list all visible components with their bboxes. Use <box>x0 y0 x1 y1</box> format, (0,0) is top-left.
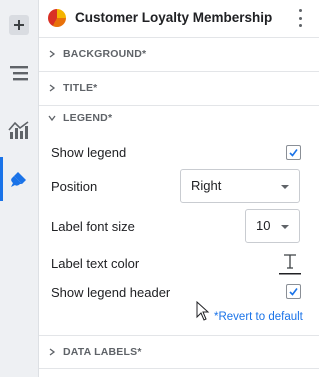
add-button[interactable] <box>0 3 38 47</box>
label-text-color-label: Label text color <box>51 256 140 271</box>
chevron-down-icon <box>48 115 56 122</box>
chevron-right-icon <box>49 348 56 356</box>
show-legend-header-label: Show legend header <box>51 285 171 300</box>
check-icon <box>289 149 298 157</box>
text-color-icon <box>279 254 301 275</box>
check-icon <box>289 288 298 296</box>
section-legend[interactable]: LEGEND* <box>39 102 319 135</box>
section-background[interactable]: BACKGROUND* <box>39 38 319 72</box>
position-value: Right <box>191 178 222 193</box>
position-label: Position <box>51 179 98 194</box>
kebab-menu-icon[interactable] <box>297 9 303 27</box>
section-label: TITLE* <box>63 82 98 94</box>
format-panel: Customer Loyalty Membership BACKGROUND* … <box>39 0 319 377</box>
label-font-size-select[interactable]: 10 <box>245 209 300 243</box>
font-size-value: 10 <box>256 218 271 233</box>
label-font-size-label: Label font size <box>51 219 135 234</box>
chart-panel-button[interactable] <box>0 108 38 152</box>
chart-icon <box>8 121 29 139</box>
position-select[interactable]: Right <box>180 169 300 203</box>
panel-header: Customer Loyalty Membership <box>39 0 319 38</box>
panel-title: Customer Loyalty Membership <box>75 10 273 25</box>
plus-icon <box>9 15 29 35</box>
chevron-right-icon <box>49 50 56 58</box>
show-legend-header-checkbox[interactable] <box>286 284 301 299</box>
chevron-down-icon <box>281 225 289 229</box>
section-label: BACKGROUND* <box>63 48 147 60</box>
chevron-right-icon <box>49 84 56 92</box>
chevron-down-icon <box>281 185 289 189</box>
section-title[interactable]: TITLE* <box>39 72 319 106</box>
format-panel-button[interactable] <box>0 157 38 201</box>
revert-to-default-link[interactable]: *Revert to default <box>214 311 303 323</box>
show-legend-checkbox[interactable] <box>286 145 301 160</box>
section-data-labels[interactable]: DATA LABELS* <box>39 335 319 369</box>
data-panel-button[interactable] <box>0 51 38 95</box>
paint-icon <box>11 172 26 187</box>
section-label: DATA LABELS* <box>63 346 142 358</box>
bars-icon <box>10 66 28 81</box>
text-color-picker[interactable] <box>278 252 302 276</box>
pie-chart-icon <box>48 9 66 27</box>
section-label: LEGEND* <box>63 112 113 124</box>
side-toolbar <box>0 0 39 377</box>
mouse-cursor-icon <box>196 301 210 321</box>
show-legend-label: Show legend <box>51 145 127 160</box>
